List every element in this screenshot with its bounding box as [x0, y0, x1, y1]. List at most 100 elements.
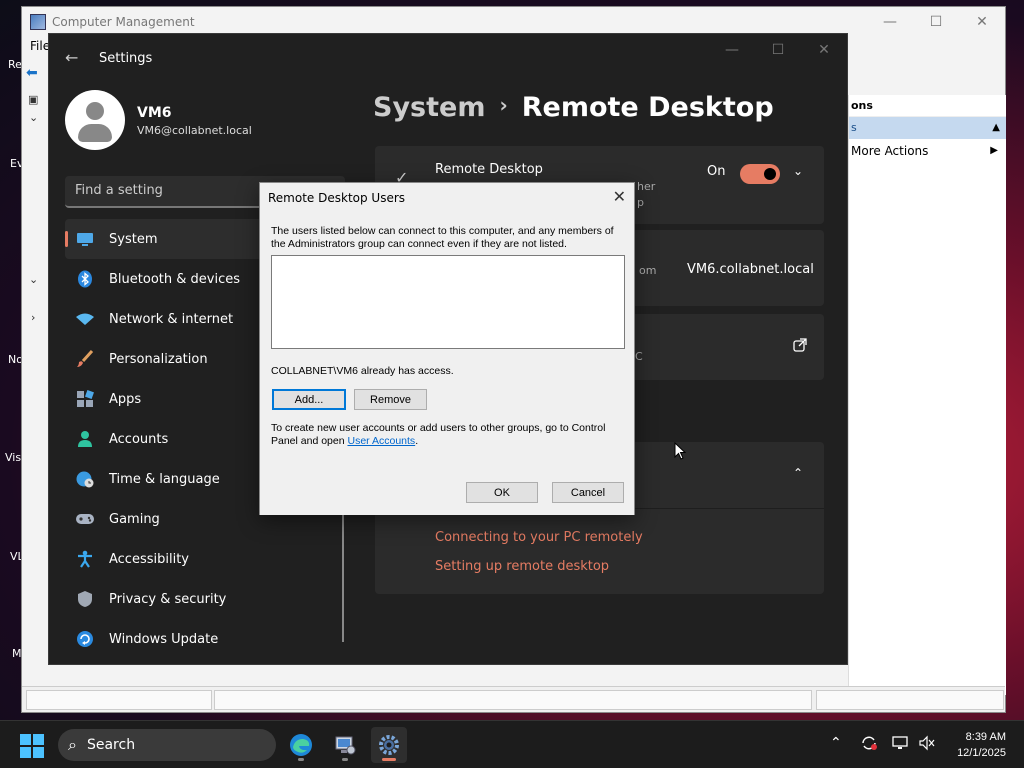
- chevron-up-icon[interactable]: ⌃: [830, 735, 842, 751]
- chevron-up-icon[interactable]: ⌃: [793, 466, 803, 480]
- dialog-intro: The users listed below can connect to th…: [271, 225, 614, 250]
- cm-window-title: Computer Management: [52, 15, 195, 29]
- close-icon[interactable]: ✕: [801, 34, 847, 66]
- settings-window-controls: — ☐ ✕: [709, 34, 847, 66]
- network-icon[interactable]: [891, 735, 909, 755]
- volume-muted-icon[interactable]: [918, 735, 936, 755]
- nav-item-privacy-security[interactable]: Privacy & security: [65, 579, 345, 619]
- access-note: COLLABNET\VM6 already has access.: [271, 365, 454, 377]
- remote-desktop-desc-fragment: her: [637, 180, 656, 193]
- cm-status-bar: [22, 686, 1005, 712]
- dialog-footer-text: To create new user accounts or add users…: [271, 422, 606, 447]
- breadcrumb-parent[interactable]: System: [373, 92, 485, 123]
- minimize-icon[interactable]: —: [867, 7, 913, 37]
- nav-item-label: Windows Update: [109, 631, 219, 647]
- shield-icon: [75, 590, 95, 608]
- cm-actions-selected[interactable]: s ▲: [849, 117, 1006, 139]
- back-arrow-icon[interactable]: ⬅: [26, 65, 42, 81]
- nav-item-accessibility[interactable]: Accessibility: [65, 539, 345, 579]
- user-name: VM6: [137, 105, 172, 121]
- monitor-icon: [75, 230, 95, 248]
- users-listbox[interactable]: [271, 255, 625, 349]
- computer-management-icon: [335, 736, 356, 755]
- taskbar-computer-management-app[interactable]: [327, 727, 363, 763]
- windows-start-icon[interactable]: [20, 734, 44, 758]
- chevron-down-icon[interactable]: ⌄: [793, 164, 803, 178]
- edge-icon: [290, 734, 312, 756]
- nav-item-label: Accounts: [109, 431, 169, 447]
- avatar-head: [86, 102, 104, 120]
- user-email: VM6@collabnet.local: [137, 124, 252, 137]
- pc-name-desc-fragment: om: [639, 264, 657, 277]
- toggle-knob: [764, 168, 776, 180]
- nav-item-label: Gaming: [109, 511, 160, 527]
- nav-item-label: Apps: [109, 391, 142, 407]
- maximize-icon[interactable]: ☐: [913, 7, 959, 37]
- chevron-right-icon[interactable]: ›: [31, 311, 35, 324]
- page-title: Remote Desktop: [521, 92, 774, 123]
- update-icon: [75, 630, 95, 648]
- user-accounts-link[interactable]: User Accounts: [347, 435, 415, 447]
- computer-management-icon: [30, 14, 46, 30]
- taskbar-search[interactable]: ⌕ Search: [58, 729, 276, 761]
- collapse-up-icon[interactable]: ▲: [992, 117, 1000, 139]
- connecting-remotely-link[interactable]: Connecting to your PC remotely: [435, 530, 643, 545]
- breadcrumb: System › Remote Desktop: [373, 92, 774, 123]
- taskbar-clock[interactable]: 8:39 AM 12/1/2025: [957, 729, 1006, 761]
- back-arrow-icon[interactable]: ←: [65, 48, 78, 67]
- cm-status-cell: [214, 690, 812, 710]
- avatar[interactable]: [65, 90, 125, 150]
- close-icon[interactable]: ✕: [959, 7, 1005, 37]
- dialog-title: Remote Desktop Users: [268, 191, 406, 205]
- toggle-state-label: On: [707, 164, 726, 179]
- nav-item-label: Privacy & security: [109, 591, 227, 607]
- open-external-icon[interactable]: [793, 338, 807, 355]
- settings-window-title: Settings: [99, 51, 153, 66]
- globe-clock-icon: [75, 470, 95, 488]
- taskbar: ⌕ Search ⌃ 8:39 AM 12/1/2025: [0, 720, 1024, 768]
- cancel-button[interactable]: Cancel: [552, 482, 624, 503]
- chevron-down-icon[interactable]: ⌄: [29, 273, 38, 286]
- settings-titlebar[interactable]: ← Settings — ☐ ✕: [49, 34, 847, 82]
- mouse-cursor-icon: [674, 442, 687, 460]
- nav-item-windows-update[interactable]: Windows Update: [65, 619, 345, 659]
- more-actions-item[interactable]: More Actions ▶: [849, 139, 1006, 163]
- nav-item-label: Time & language: [109, 471, 220, 487]
- person-icon: [75, 430, 95, 448]
- remote-desktop-toggle[interactable]: [740, 164, 780, 184]
- gamepad-icon: [75, 510, 95, 528]
- nav-item-label: Network & internet: [109, 311, 234, 327]
- maximize-icon[interactable]: ☐: [755, 34, 801, 66]
- gear-icon: [379, 735, 399, 755]
- taskbar-edge-app[interactable]: [283, 727, 319, 763]
- nav-item-label: Personalization: [109, 351, 208, 367]
- setting-up-remote-desktop-link[interactable]: Setting up remote desktop: [435, 559, 609, 574]
- nav-item-label: System: [109, 231, 158, 247]
- clock-date: 12/1/2025: [957, 747, 1006, 759]
- remote-desktop-users-dialog: Remote Desktop Users ✕ The users listed …: [259, 182, 635, 515]
- cm-actions-pane: ons s ▲ More Actions ▶: [848, 95, 1006, 695]
- remote-desktop-title: Remote Desktop: [435, 162, 543, 177]
- sync-icon[interactable]: [860, 735, 878, 755]
- taskbar-settings-app[interactable]: [371, 727, 407, 763]
- brush-icon: [75, 350, 95, 368]
- cm-tree-icon[interactable]: ▣: [28, 93, 38, 106]
- nav-item-label: Bluetooth & devices: [109, 271, 240, 287]
- dialog-body: The users listed below can connect to th…: [260, 215, 634, 515]
- chevron-down-icon[interactable]: ⌄: [29, 111, 38, 124]
- add-button[interactable]: Add...: [272, 389, 346, 410]
- minimize-icon[interactable]: —: [709, 34, 755, 66]
- avatar-body: [78, 124, 112, 142]
- remote-desktop-desc-fragment: p: [637, 196, 644, 209]
- remove-button[interactable]: Remove: [354, 389, 427, 410]
- users-desc-fragment: C: [635, 350, 643, 363]
- ok-button[interactable]: OK: [466, 482, 538, 503]
- taskbar-search-label: Search: [86, 737, 136, 753]
- cm-status-cell: [816, 690, 1004, 710]
- taskbar-indicator: [382, 758, 396, 761]
- breadcrumb-separator: ›: [499, 93, 508, 117]
- pc-name-value: VM6.collabnet.local: [687, 262, 814, 277]
- chevron-right-icon: ▶: [990, 145, 998, 156]
- nav-item-label: Accessibility: [109, 551, 189, 567]
- close-icon[interactable]: ✕: [613, 187, 626, 206]
